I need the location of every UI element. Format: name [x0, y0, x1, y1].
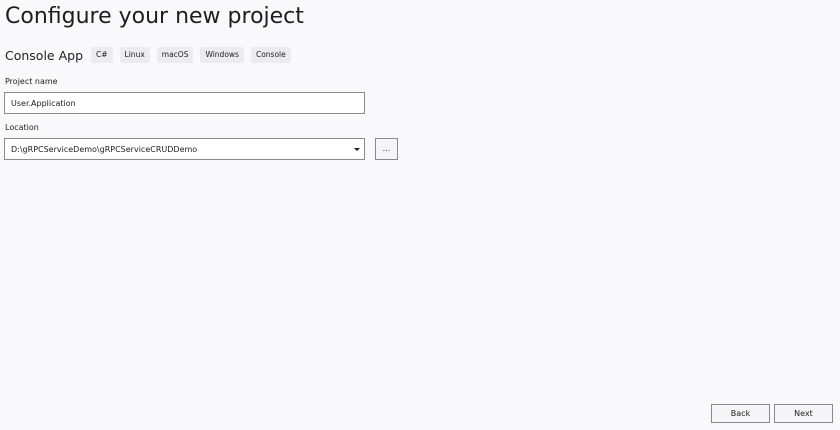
template-name: Console App	[5, 47, 84, 63]
location-value: D:\gRPCServiceDemo\gRPCServiceCRUDDemo	[11, 144, 198, 154]
location-label: Location	[5, 123, 39, 132]
tag-platform-windows: Windows	[200, 47, 244, 63]
project-name-input[interactable]	[4, 92, 365, 114]
tag-project-type: Console	[250, 47, 291, 63]
tag-platform-macos: macOS	[156, 47, 194, 63]
back-button[interactable]: Back	[711, 404, 770, 423]
location-combobox[interactable]: D:\gRPCServiceDemo\gRPCServiceCRUDDemo	[4, 138, 365, 160]
tag-platform-linux: Linux	[119, 47, 150, 63]
template-summary: Console App C# Linux macOS Windows Conso…	[5, 46, 298, 64]
project-name-label: Project name	[5, 77, 58, 86]
page-title: Configure your new project	[5, 4, 304, 29]
chevron-down-icon	[354, 147, 360, 151]
configure-project-page: Configure your new project Console App C…	[0, 0, 840, 430]
browse-location-button[interactable]: ...	[375, 138, 398, 160]
tag-language: C#	[91, 47, 113, 63]
next-button[interactable]: Next	[774, 404, 833, 423]
